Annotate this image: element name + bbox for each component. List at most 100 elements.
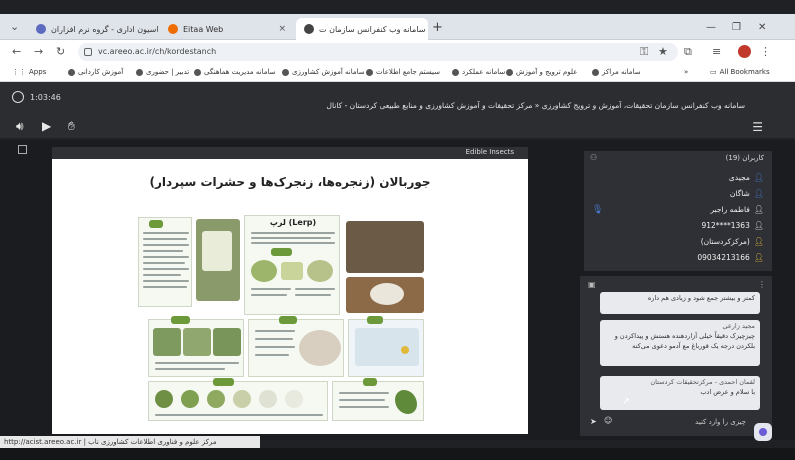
- participant-row[interactable]: شاگان 👤︎: [730, 189, 764, 198]
- stage-photo: [213, 328, 241, 356]
- bookmark-apps[interactable]: ⋮⋮ Apps: [12, 68, 46, 76]
- chat-message-author: مجید زارعی: [722, 322, 756, 330]
- slide-label: [271, 248, 292, 256]
- user-icon: 👤︎: [753, 189, 764, 198]
- participant-row[interactable]: 912****1363 👤︎: [701, 221, 764, 230]
- raise-hand-icon[interactable]: ✋︎: [68, 119, 75, 134]
- participants-header: ⚇ کاربران (19): [584, 151, 772, 165]
- leaf-illustration: [281, 262, 303, 280]
- tab-eitaa[interactable]: Eitaa Web ×: [160, 18, 294, 40]
- chat-panel: ▣ ⋮ کمتر و بیشتر جمع شود و زیادی هم داره…: [580, 276, 772, 436]
- bookmarks-bar: ⋮⋮ Apps آموزش کاردانی تدبیر | حضوری سامان…: [0, 64, 795, 82]
- slide-label: [171, 316, 191, 324]
- participant-row[interactable]: فاطمه راجبر 👤︎: [711, 205, 764, 214]
- bookmark-item[interactable]: سیستم جامع اطلاعات: [366, 68, 440, 76]
- fullscreen-icon[interactable]: [18, 145, 27, 154]
- slide-text-panel: [138, 217, 192, 307]
- reload-icon[interactable]: ↻: [56, 45, 65, 58]
- bookmark-icon: [136, 68, 143, 76]
- stage-photo: [153, 328, 181, 356]
- browser-menu-icon[interactable]: ⋮: [760, 45, 771, 58]
- slide-label: [363, 378, 378, 386]
- chat-icon: ▣: [588, 280, 596, 289]
- assistant-bubble-icon[interactable]: [754, 423, 772, 441]
- key-icon[interactable]: ⚿: [640, 45, 648, 59]
- close-icon[interactable]: ×: [278, 24, 286, 34]
- star-icon[interactable]: ★: [658, 45, 668, 58]
- site-info-icon[interactable]: [84, 48, 92, 56]
- bookmark-item[interactable]: سامانه مراکز: [592, 68, 641, 76]
- maximize-button[interactable]: ❐: [732, 22, 741, 33]
- lifecycle-stage: [181, 390, 199, 408]
- slide-label: [149, 220, 164, 228]
- media-play-icon[interactable]: ▶︎: [42, 119, 51, 133]
- chat-message: مجید زارعی چیزچیزک دقیقاً خیلی آزاردهنده…: [600, 320, 760, 366]
- reading-list-icon[interactable]: ≡: [712, 45, 721, 58]
- user-icon: 👤︎: [753, 173, 764, 182]
- map-marker: [401, 346, 409, 354]
- bookmark-icon: [506, 68, 513, 76]
- tab-webconference[interactable]: سامانه وب کنفرانس سازمان ت ×: [296, 18, 428, 40]
- webconference-tab-icon: [304, 24, 314, 34]
- user-icon: 👤︎: [753, 237, 764, 246]
- bookmark-icon: [194, 68, 201, 76]
- lerp-panel: لرپ (Lerp): [244, 215, 340, 315]
- bookmark-item[interactable]: علوم ترویج و آموزش: [506, 68, 577, 76]
- lerp-photo-detail: [202, 231, 232, 271]
- chat-more-icon[interactable]: ⋮: [758, 280, 766, 289]
- slide-label: [213, 378, 234, 386]
- chat-input-placeholder: چیزی را وارد کنید: [695, 418, 746, 426]
- distribution-map-panel: [348, 316, 424, 377]
- bookmark-item[interactable]: سامانه مدیریت هماهنگی: [194, 68, 275, 76]
- participant-row[interactable]: (مرکزکردستان) 👤︎: [701, 237, 764, 246]
- presentation-file-name: Edible Insects: [465, 148, 514, 156]
- screen-bezel: [0, 448, 795, 460]
- participants-count: کاربران (19): [725, 154, 764, 162]
- bookmark-item[interactable]: سامانه آموزش کشاورزی: [282, 68, 365, 76]
- url-input[interactable]: vc.areeo.ac.ir/ch/kordestanch: [78, 43, 678, 61]
- user-icon: 👤︎: [753, 221, 764, 230]
- emoji-icon[interactable]: ☺: [604, 416, 612, 425]
- user-icon: 👤︎: [753, 205, 764, 214]
- all-bookmarks[interactable]: ▭ All Bookmarks: [710, 68, 770, 76]
- bookmark-icon: [282, 68, 289, 76]
- bookmark-item[interactable]: تدبیر | حضوری: [136, 68, 189, 76]
- back-icon[interactable]: ←: [12, 45, 21, 58]
- conference-toolbar: 🔊︎ ▶︎ ✋︎ ☰: [0, 116, 795, 138]
- bookmark-item[interactable]: سامانه عملکرد: [452, 68, 505, 76]
- lifecycle-stage: [155, 390, 173, 408]
- microphone-icon: 🎙︎: [592, 205, 604, 215]
- tab-search-icon[interactable]: ⌄: [10, 20, 19, 33]
- minimize-button[interactable]: —: [706, 22, 716, 33]
- tab-label: Eitaa Web: [183, 24, 224, 34]
- participants-panel: ⚇ کاربران (19) 🎙︎ مجیدی 👤︎ شاگان 👤︎ فاطمه …: [584, 151, 772, 271]
- harvester-photo: [346, 221, 424, 273]
- stage-photo: [183, 328, 211, 356]
- more-bookmarks-icon[interactable]: »: [684, 68, 688, 76]
- presentation-slide: Edible Insects جوربالان (زنجره‌ها، زنجرک…: [52, 147, 528, 434]
- forward-icon[interactable]: →: [34, 45, 43, 58]
- lerp-heading: لرپ (Lerp): [269, 218, 317, 227]
- mouse-cursor-icon: ➚: [622, 396, 631, 407]
- screen: ⌄ اتوماسیون اداری - گروه نرم افزاران × E…: [0, 0, 795, 460]
- extensions-icon[interactable]: ⧉: [684, 45, 692, 59]
- tab-automation[interactable]: اتوماسیون اداری - گروه نرم افزاران ×: [28, 18, 158, 40]
- participant-row[interactable]: 09034213166 👤︎: [697, 253, 764, 262]
- chat-message-author: لقمان احمدی - مرکزتحقیقات کردستان: [650, 378, 755, 386]
- close-window-button[interactable]: ✕: [758, 22, 766, 33]
- apps-grid-icon: ⋮⋮: [12, 68, 26, 76]
- send-icon[interactable]: ➤: [590, 417, 597, 426]
- clock-icon: [12, 91, 24, 103]
- bookmark-item[interactable]: آموزش کاردانی: [68, 68, 123, 76]
- lerp-basket-detail: [370, 283, 404, 305]
- hamburger-menu-icon[interactable]: ☰: [752, 120, 763, 134]
- lerp-stages-panel: [148, 316, 244, 377]
- new-tab-button[interactable]: +: [432, 20, 443, 35]
- insect-illustration: [307, 260, 333, 282]
- participant-row[interactable]: مجیدی 👤︎: [729, 173, 764, 182]
- speaker-icon[interactable]: 🔊︎: [16, 119, 24, 134]
- chat-input[interactable]: ➤ ☺ چیزی را وارد کنید: [586, 416, 746, 430]
- profile-avatar[interactable]: [738, 45, 751, 58]
- user-icon: 👤︎: [753, 253, 764, 262]
- lerp-uses-panel: [248, 316, 344, 377]
